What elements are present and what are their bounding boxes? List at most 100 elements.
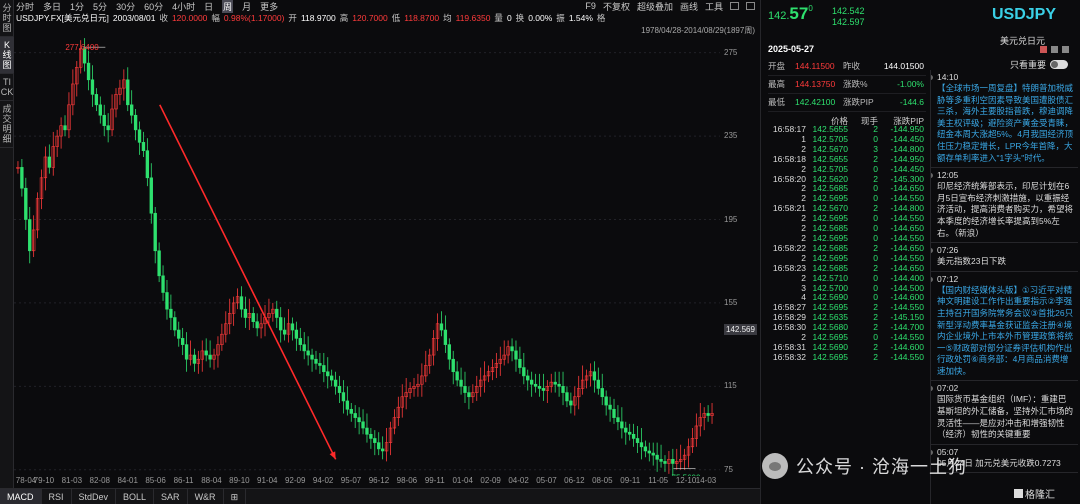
tab-sar[interactable]: SAR <box>154 488 188 504</box>
period-10[interactable]: 更多 <box>260 0 278 13</box>
news-item[interactable]: 12:05 印尼经济统筹部表示，印尼计划在6月5日宣布经济刺激措施，以重振经济活动… <box>931 168 1078 244</box>
tab-wr[interactable]: W&R <box>188 488 224 504</box>
x-tick-label: 92-09 <box>284 476 306 485</box>
period-5[interactable]: 60分 <box>144 0 163 13</box>
candle-body <box>635 438 640 443</box>
candle-body <box>345 400 350 410</box>
toolbar-adjust[interactable]: 不复权 <box>603 0 630 13</box>
tick-change: -144.550 <box>890 351 924 362</box>
add-indicator-icon[interactable]: ⊞ <box>224 488 247 504</box>
candle-body <box>326 371 330 377</box>
y-tick-label: 195 <box>724 214 738 224</box>
period-1[interactable]: 多日 <box>43 0 61 13</box>
news-item[interactable]: 14:10 【全球市场一周复盘】特朗普加税威胁等多重利空因素导致美国遭股债汇三杀，… <box>931 70 1078 169</box>
quote-info-line: USDJPY.FX[美元兑日元] 2003/08/01 收 120.0000 幅0… <box>14 12 759 24</box>
candle-body <box>94 94 99 106</box>
candle-body <box>510 346 514 352</box>
candle-body <box>157 250 161 277</box>
quote-label: 涨跌% <box>843 79 868 89</box>
tab-kline[interactable]: K线图 <box>0 37 14 74</box>
tab-trade-detail[interactable]: 成交明细 <box>0 101 14 148</box>
info-vol: 0 <box>506 13 512 23</box>
favorite-icon[interactable] <box>1040 46 1047 53</box>
news-item[interactable]: 07:12 【国内财经媒体头版】①习近平对精神文明建设工作作出重要指示②李强主持召… <box>931 272 1078 382</box>
news-text[interactable]: 美元指数23日下跌 <box>937 256 1074 268</box>
tick-change: -144.400 <box>890 272 924 283</box>
period-4[interactable]: 30分 <box>116 0 135 13</box>
toolbar-tools[interactable]: 工具 <box>705 0 723 13</box>
candle-body <box>255 321 259 329</box>
y-tick-label: 75 <box>724 464 733 474</box>
panel-icons <box>1040 46 1069 53</box>
toolbar-f9[interactable]: F9 <box>585 1 596 11</box>
candle-body <box>322 365 326 373</box>
period-2[interactable]: 1分 <box>70 0 84 13</box>
candle-body <box>631 433 636 439</box>
wechat-logo-icon <box>762 453 788 479</box>
news-time: 07:02 <box>937 383 959 394</box>
period-8[interactable]: 周 <box>222 0 234 13</box>
toolbar-overlay[interactable]: 超级叠加 <box>637 0 673 13</box>
tab-stddev[interactable]: StdDev <box>72 488 117 504</box>
x-tick-label: 11-05 <box>648 476 669 485</box>
tab-rsi[interactable]: RSI <box>42 488 72 504</box>
period-6[interactable]: 4小时 <box>172 0 195 13</box>
window-icon[interactable] <box>730 2 739 10</box>
x-tick-label: 98-06 <box>396 476 418 485</box>
info-avg: 119.6350 <box>455 13 491 23</box>
toggle-switch[interactable] <box>1050 60 1069 69</box>
news-text[interactable]: 印尼经济统筹部表示，印尼计划在6月5日宣布经济刺激措施，以重振经济活动，提高消费… <box>937 181 1074 239</box>
info-open: 118.9700 <box>300 13 336 23</box>
tick-row: 16:58:32 142.5695 2 -144.550 <box>768 351 926 363</box>
candle-body <box>333 379 338 387</box>
candle-body <box>329 375 334 381</box>
candle-body <box>318 363 322 366</box>
x-tick-label: 02-09 <box>480 476 501 485</box>
quote-row: 最低 142.42100 涨跌PIP -144.6 <box>768 94 926 112</box>
candle-body <box>314 358 318 364</box>
more-icon[interactable] <box>1062 46 1069 53</box>
candle-body <box>133 114 138 131</box>
tab-macd[interactable]: MACD <box>0 488 42 504</box>
info-open-label: 开 <box>288 13 297 23</box>
kline-chart[interactable]: 277.640075.5600 <box>14 36 720 476</box>
x-tick-label: 05-07 <box>536 476 557 485</box>
candle-body <box>533 383 538 387</box>
settings-icon[interactable] <box>746 2 755 10</box>
quote-label: 涨跌PIP <box>843 97 874 107</box>
tab-boll[interactable]: BOLL <box>116 488 155 504</box>
info-change: 0.98%(1.17000) <box>223 13 285 23</box>
quote-label: 昨收 <box>843 61 861 71</box>
watermark-text: 公众号 · 沧海一土狗 <box>796 457 967 477</box>
news-text[interactable]: 【国内财经媒体头版】①习近平对精神文明建设工作作出重要指示②李强主持召开国务院常… <box>937 285 1074 378</box>
news-item[interactable]: 07:26 美元指数23日下跌 <box>931 243 1078 272</box>
candle-body <box>98 104 102 116</box>
news-item[interactable]: 07:02 国际货币基金组织（IMF）：重建巴基斯坦的外汇储备，坚持外汇市场的灵活… <box>931 381 1078 445</box>
period-9[interactable]: 月 <box>242 0 251 13</box>
info-high: 120.7000 <box>352 13 388 23</box>
grid-icon[interactable] <box>1051 46 1058 53</box>
x-tick-label: 14-03 <box>695 476 717 485</box>
candle-body <box>24 187 28 220</box>
candle-body <box>447 344 451 360</box>
candle-body <box>243 308 248 318</box>
tick-time: 2 <box>801 272 806 283</box>
news-text[interactable]: 国际货币基金组织（IMF）：重建巴基斯坦的外汇储备，坚持外汇市场的灵活性——是应… <box>937 394 1074 440</box>
last-price-int: 142. <box>768 10 790 22</box>
x-axis: 78-04 79-10 81-03 82-08 84-01 85-06 86-11 88-04… <box>14 476 734 488</box>
candle-body <box>145 150 150 179</box>
trend-arrow-line <box>159 104 337 460</box>
tab-timeshare[interactable]: 分时图 <box>0 0 14 37</box>
tab-tick[interactable]: TICK <box>0 74 14 101</box>
candle-body <box>63 125 67 131</box>
toolbar-draw[interactable]: 画线 <box>680 0 698 13</box>
x-tick-label: 09-11 <box>620 476 641 485</box>
period-3[interactable]: 5分 <box>93 0 107 13</box>
tick-price: 142.5710 <box>812 272 848 283</box>
period-0[interactable]: 分时 <box>16 0 34 13</box>
candle-body <box>459 379 463 387</box>
candle-body <box>337 386 342 393</box>
news-text[interactable]: 【全球市场一周复盘】特朗普加税威胁等多重利空因素导致美国遭股债汇三杀，海外主要股… <box>937 83 1074 164</box>
period-7[interactable]: 日 <box>204 0 213 13</box>
x-tick-label: 84-01 <box>117 476 138 485</box>
